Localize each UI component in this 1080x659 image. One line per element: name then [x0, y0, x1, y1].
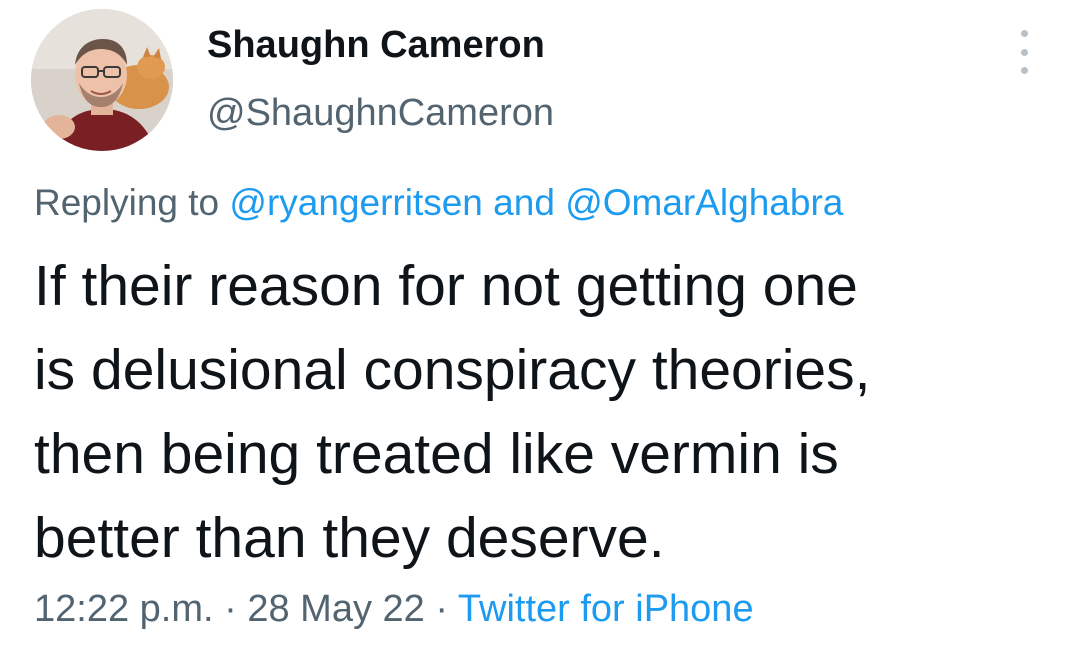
dot: [1020, 30, 1028, 37]
dot: [1020, 48, 1028, 56]
user-handle[interactable]: @ShaughnCameron: [207, 92, 554, 135]
reply-conjunction: and: [493, 182, 555, 223]
reply-context: Replying to @ryangerritsen and @OmarAlgh…: [34, 182, 843, 224]
tweet-metadata: 12:22 p.m. · 28 May 22 · Twitter for iPh…: [34, 588, 754, 631]
reply-prefix: Replying to: [34, 182, 220, 223]
tweet-source-link[interactable]: Twitter for iPhone: [458, 588, 754, 630]
separator: ·: [224, 588, 237, 630]
tweet-text: If their reason for not getting one is d…: [34, 244, 1044, 580]
display-name[interactable]: Shaughn Cameron: [207, 24, 545, 67]
tweet-card: Shaughn Cameron @ShaughnCameron Replying…: [0, 0, 1080, 659]
mention-link[interactable]: @OmarAlghabra: [565, 182, 843, 223]
more-options-icon[interactable]: [1010, 30, 1038, 74]
mention-link[interactable]: @ryangerritsen: [229, 182, 483, 223]
tweet-text-line: better than they deserve.: [34, 506, 665, 570]
dot: [1020, 67, 1028, 74]
tweet-date[interactable]: 28 May 22: [247, 588, 424, 630]
tweet-text-line: is delusional conspiracy theories,: [34, 338, 871, 402]
avatar[interactable]: [31, 9, 173, 151]
tweet-text-line: then being treated like vermin is: [34, 422, 839, 486]
tweet-text-line: If their reason for not getting one: [34, 254, 858, 318]
avatar-photo-icon: [31, 9, 173, 151]
separator: ·: [435, 588, 449, 630]
tweet-time[interactable]: 12:22 p.m.: [34, 588, 214, 630]
